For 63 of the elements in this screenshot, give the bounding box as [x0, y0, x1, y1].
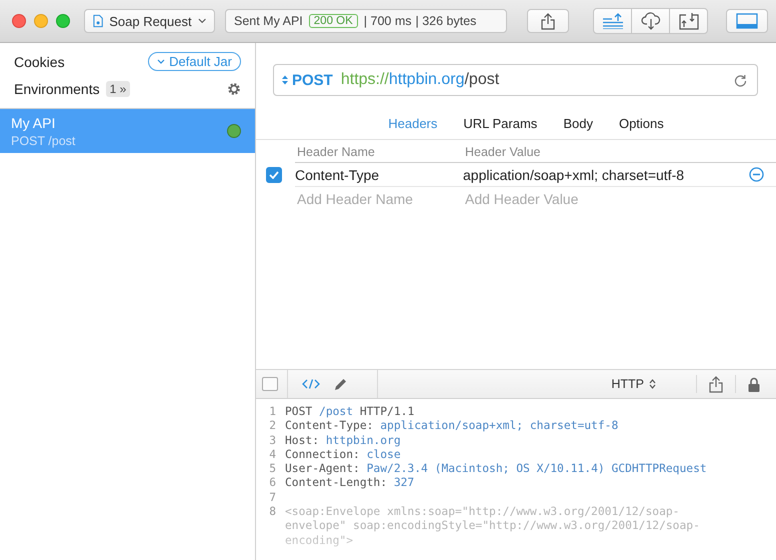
line-number: 4: [268, 448, 277, 462]
chevron-down-icon: [198, 18, 206, 24]
code-icon[interactable]: [302, 379, 320, 389]
settings-icon[interactable]: [227, 82, 241, 96]
tab[interactable]: Options: [608, 114, 674, 133]
environments-label: Environments: [14, 80, 100, 96]
lock-icon[interactable]: [748, 376, 760, 392]
cloud-icon: [640, 12, 661, 30]
zoom-button[interactable]: [56, 14, 70, 28]
environment-count[interactable]: 1 »: [106, 80, 130, 96]
share-icon: [541, 12, 556, 30]
header-name[interactable]: Content-Type: [295, 166, 463, 182]
code-line: POST /post HTTP/1.1: [285, 405, 414, 420]
tab[interactable]: URL Params: [453, 114, 548, 133]
code-line: Content-Type: application/soap+xml; charset=utf-8: [285, 419, 618, 434]
checkbox[interactable]: [266, 166, 282, 182]
line-number: 6: [268, 476, 277, 491]
panel-icon: [736, 13, 758, 29]
code-line: User-Agent: Paw/2.3.4 (Macintosh; OS X/10.11.4) GCDHTTPRequest: [285, 462, 707, 476]
close-button[interactable]: [12, 14, 26, 28]
chevron-down-icon: [157, 59, 166, 64]
header-value-field[interactable]: Add Header Value: [465, 190, 633, 206]
status-text: Sent My API: [234, 14, 303, 28]
status-dot: [227, 124, 241, 138]
line-number: 7: [268, 490, 277, 506]
share-icon[interactable]: [709, 376, 723, 392]
cookies-label: Cookies: [14, 54, 65, 70]
line-number: 3: [268, 434, 277, 448]
collapse-button[interactable]: [262, 377, 278, 391]
pencil-icon[interactable]: [334, 378, 347, 390]
line-number: 1: [268, 405, 277, 420]
upload-lines-icon: [602, 13, 624, 29]
stepper-icon: [649, 379, 656, 389]
status-code-badge: 200 OK: [308, 14, 358, 28]
reload-icon[interactable]: [734, 74, 747, 86]
response-size: | 326 bytes: [416, 14, 476, 28]
format-selector[interactable]: HTTP: [611, 377, 672, 391]
check-icon: [269, 170, 279, 178]
header-value[interactable]: application/soap+xml; charset=utf-8: [463, 166, 749, 182]
url-text: https://httpbin.org/post: [340, 71, 500, 88]
url-field[interactable]: POST https://httpbin.org/post: [273, 64, 758, 96]
code-line: Content-Length: 327: [285, 476, 414, 491]
line-number: 8: [268, 505, 277, 520]
share-button[interactable]: [527, 9, 570, 33]
minimize-button[interactable]: [34, 14, 48, 28]
line-number: 2: [268, 419, 277, 434]
remove-icon[interactable]: [749, 167, 764, 182]
response-time: | 700 ms: [364, 14, 412, 28]
line-number: 5: [268, 462, 277, 476]
stepper-icon: [282, 75, 288, 85]
request-name: My API: [11, 114, 56, 130]
panel-toggle-button[interactable]: [726, 9, 768, 33]
code-line: Host: httpbin.org: [285, 434, 401, 448]
request-subtitle: POST /post: [11, 134, 76, 148]
column-header: Header Value: [465, 145, 542, 159]
header-name-field[interactable]: Add Header Name: [297, 190, 465, 206]
column-header: Header Name: [297, 145, 376, 159]
request-menu[interactable]: Soap Request: [84, 9, 215, 33]
tab[interactable]: Body: [553, 114, 603, 133]
code-line: <soap:Envelope xmlns:soap="http://www.w3.org/2001/12/soap-envelope" soap:encodingStyle="http://www.w3.org/2001/12/soap-encoding">: [285, 505, 701, 548]
document-icon: [93, 14, 104, 28]
code-line: Connection: close: [285, 448, 401, 462]
import-icon: [678, 12, 699, 30]
